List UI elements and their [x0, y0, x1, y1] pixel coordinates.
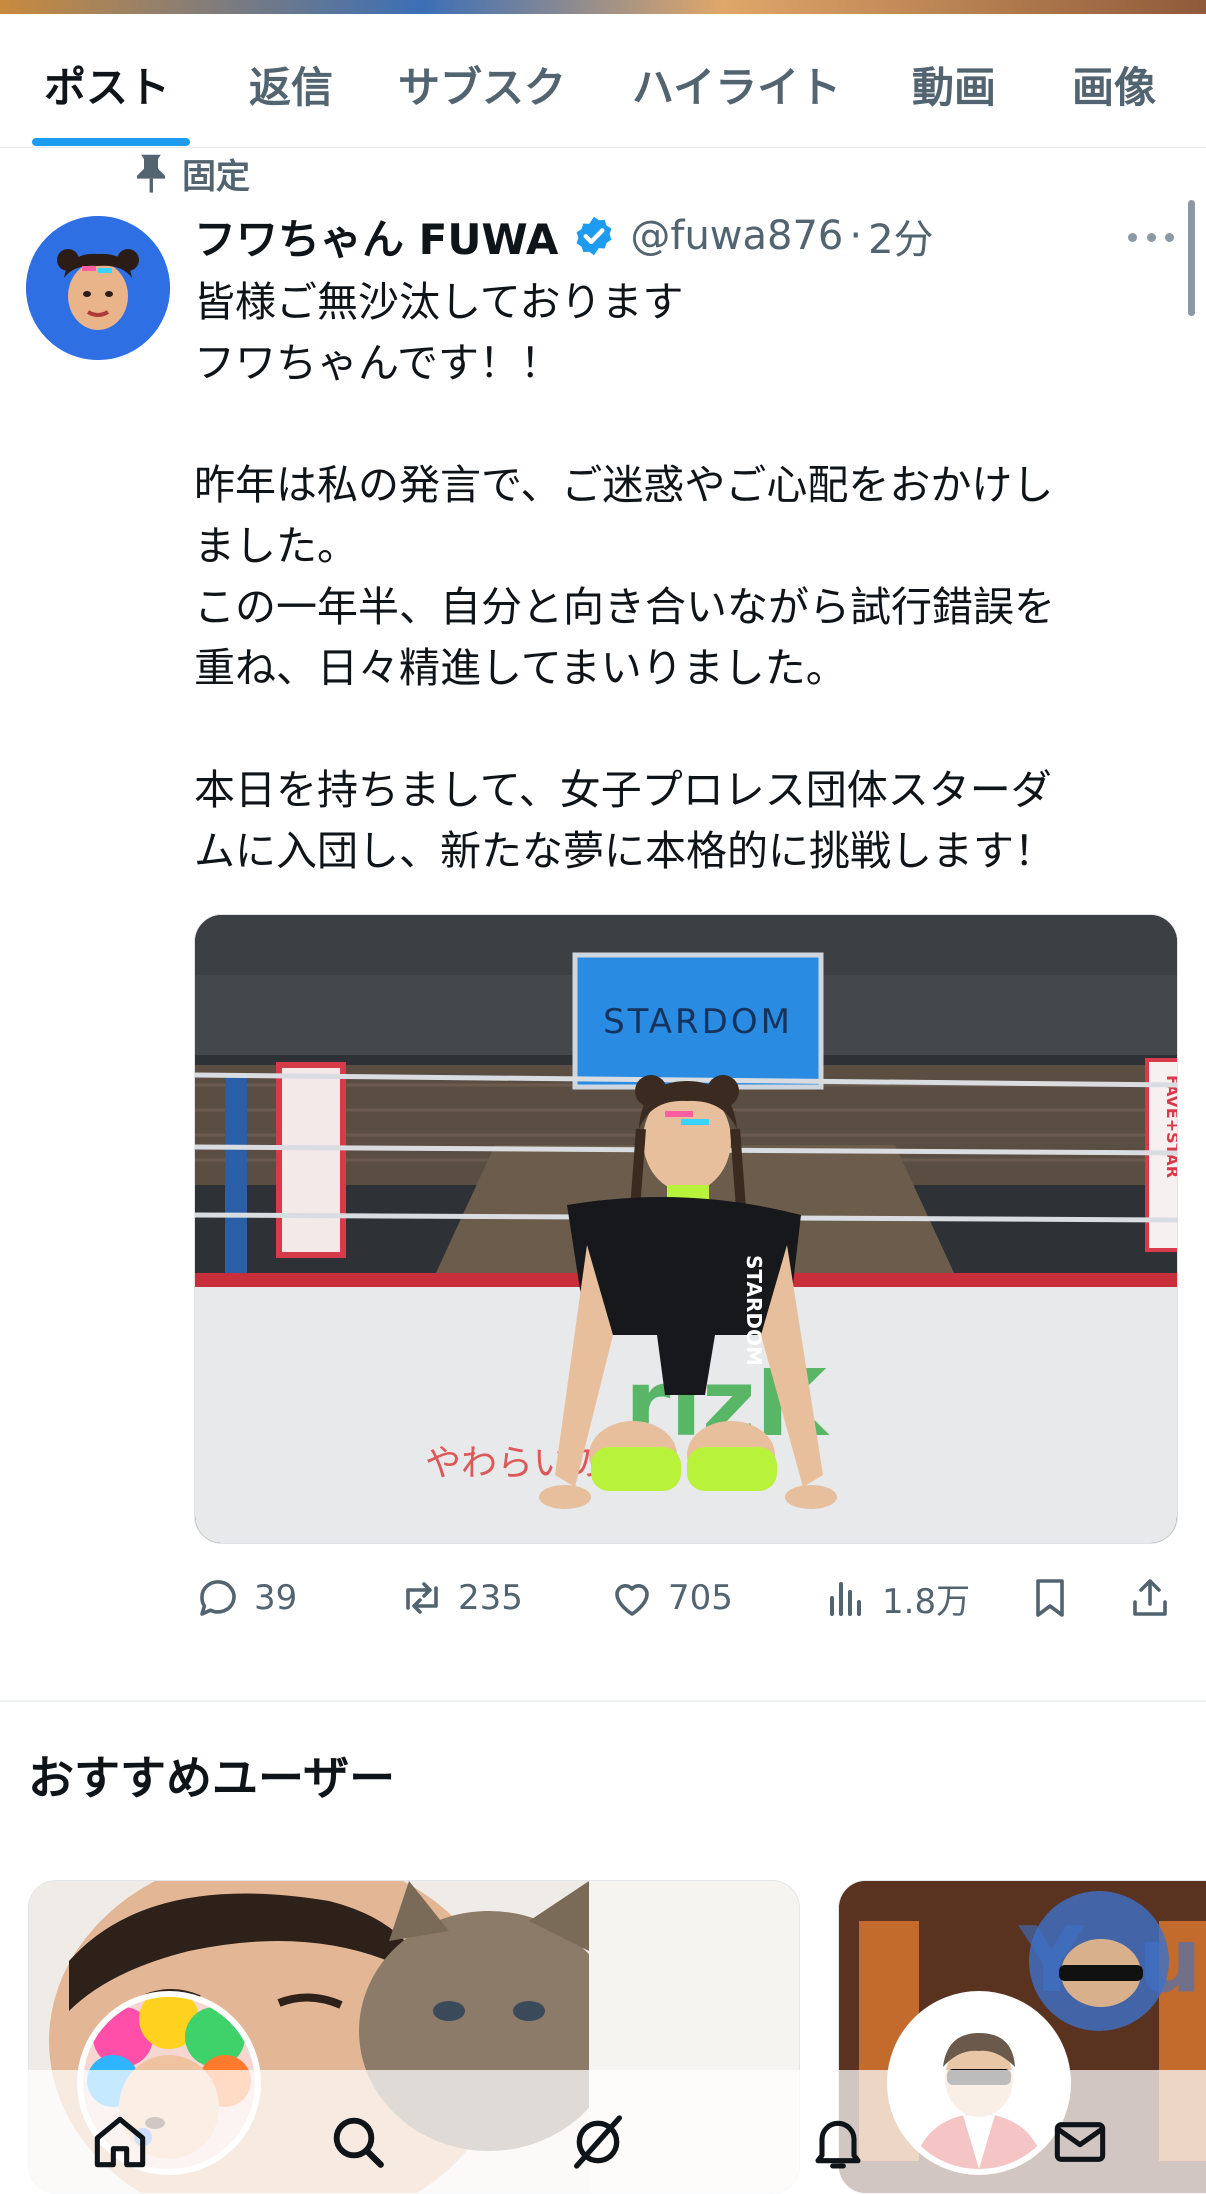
- nav-home[interactable]: [88, 2110, 152, 2174]
- views-count: 1.8万: [882, 1581, 971, 1622]
- tab-posts[interactable]: ポスト: [44, 54, 170, 115]
- notifications-icon: [815, 2120, 861, 2169]
- screen-text: STARDOM: [603, 1002, 793, 1042]
- tweet-line: 皆様ご無沙汰しております: [194, 278, 684, 326]
- home-icon: [94, 2116, 146, 2168]
- tweet-line: この一年半、自分と向き合いながら試行錯誤を: [194, 583, 1055, 631]
- tab-replies[interactable]: 返信: [249, 54, 333, 115]
- tweet-line: フワちゃんです！！: [194, 339, 561, 387]
- tab-videos[interactable]: 動画: [912, 54, 996, 115]
- reply-icon: [200, 1580, 236, 1616]
- tab-highlights[interactable]: ハイライト: [632, 54, 841, 115]
- tweet-line: 昨年は私の発言で、ご迷惑やご心配をおかけし: [194, 461, 1054, 509]
- display-name[interactable]: フワちゃん FUWA: [194, 206, 558, 267]
- active-tab-indicator: [32, 138, 190, 146]
- tweet-line: 本日を持ちまして、女子プロレス団体スターダ: [194, 766, 1052, 814]
- tweet-line: ました。: [194, 522, 358, 570]
- separator: ·: [849, 213, 863, 259]
- like-count: 705: [668, 1578, 733, 1618]
- profile-tabs: ポスト 返信 サブスク ハイライト 動画 画像: [0, 14, 1206, 148]
- tweet-line: [194, 394, 1154, 455]
- recommended-users-title: おすすめユーザー: [28, 1751, 396, 1805]
- repost-button[interactable]: 235: [398, 1568, 523, 1628]
- nav-grok[interactable]: [566, 2110, 630, 2174]
- handle[interactable]: @fuwa876: [630, 213, 843, 259]
- avatar-image: [26, 216, 170, 360]
- repost-icon: [406, 1582, 438, 1614]
- banner-text: FAVE+STAR: [1163, 1075, 1178, 1178]
- tab-subscriptions[interactable]: サブスク: [398, 54, 566, 115]
- views-icon: [830, 1582, 861, 1616]
- repost-count: 235: [458, 1578, 523, 1618]
- nav-messages[interactable]: [1048, 2110, 1112, 2174]
- tab-images[interactable]: 画像: [1072, 54, 1156, 115]
- grok-icon: [574, 2115, 622, 2169]
- search-icon: [333, 2117, 384, 2168]
- share-icon: [1133, 1579, 1167, 1616]
- nav-search[interactable]: [326, 2110, 390, 2174]
- tweet-actions: 39 235 705 1.8万: [194, 1568, 1184, 1628]
- section-divider: [0, 1700, 1206, 1702]
- tweet-header: フワちゃん FUWA @fuwa876 · 2分: [194, 208, 1094, 264]
- nav-notifications[interactable]: [806, 2110, 870, 2174]
- reply-count: 39: [254, 1578, 298, 1618]
- messages-icon: [1054, 2122, 1106, 2162]
- reply-button[interactable]: 39: [194, 1568, 297, 1628]
- profile-page: ポスト 返信 サブスク ハイライト 動画 画像 固定 フワちゃん FUWA @f…: [0, 0, 1206, 2194]
- avatar[interactable]: [26, 216, 170, 360]
- tweet-media[interactable]: STARDOM FAVE+STAR rizK やわらいのちに STARDOM: [194, 914, 1178, 1544]
- more-options-icon[interactable]: [1128, 222, 1174, 252]
- shirt-text: STARDOM: [742, 1255, 766, 1366]
- header-image-edge: [0, 0, 1206, 14]
- scrollbar[interactable]: [1188, 200, 1195, 316]
- bookmark-icon: [1036, 1579, 1064, 1617]
- tweet-line: ムに入団し、新たな夢に本格的に挑戦します！: [194, 827, 1055, 875]
- like-button[interactable]: 705: [608, 1568, 733, 1628]
- tweet-line: 重ね、日々精進してまいりました。: [194, 644, 847, 692]
- verified-badge-icon: [576, 216, 612, 256]
- pin-icon: [137, 154, 165, 193]
- views-button[interactable]: 1.8万: [822, 1568, 970, 1628]
- tweet-line: [194, 699, 1154, 760]
- timestamp[interactable]: 2分: [868, 207, 933, 265]
- bookmark-button[interactable]: [1026, 1568, 1074, 1628]
- bottom-navigation: [0, 2070, 1206, 2194]
- like-icon: [615, 1584, 649, 1616]
- tweet-text: 皆様ご無沙汰しております フワちゃんです！！ 昨年は私の発言で、ご迷惑やご心配を…: [194, 272, 1154, 882]
- pinned-text: 固定: [182, 156, 250, 197]
- media-image: STARDOM FAVE+STAR rizK やわらいのちに STARDOM: [195, 915, 1178, 1543]
- share-button[interactable]: [1126, 1568, 1174, 1628]
- pinned-label: 固定: [134, 150, 250, 197]
